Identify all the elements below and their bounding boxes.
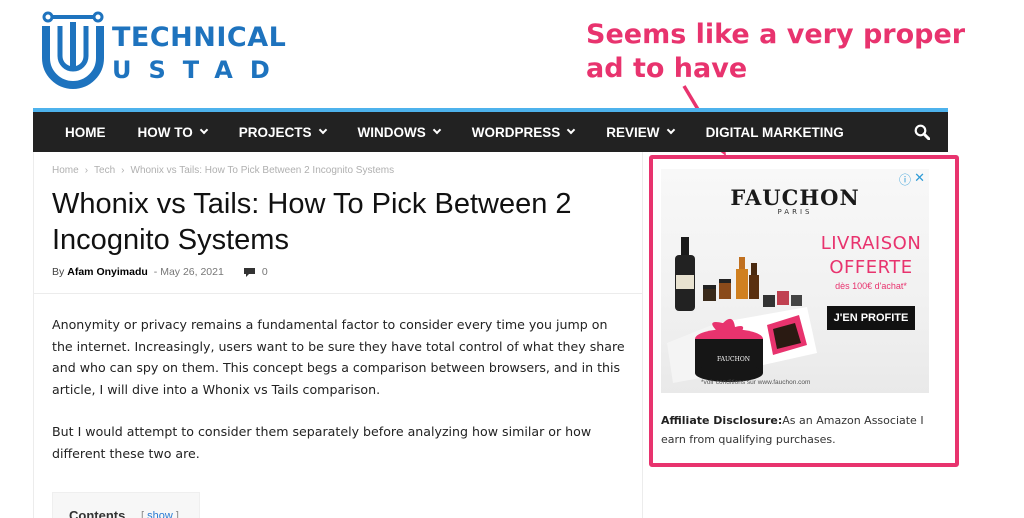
page-title: Whonix vs Tails: How To Pick Between 2 I… [52, 188, 572, 256]
nav-item-projects[interactable]: PROJECTS [207, 112, 327, 152]
ad-cta-button[interactable]: J'EN PROFITE [827, 306, 915, 330]
nav-item-home[interactable]: HOME [33, 112, 106, 152]
post-date: - May 26, 2021 [153, 266, 224, 278]
article-paragraph: But I would attempt to consider them sep… [52, 424, 592, 461]
nav-item-windows[interactable]: WINDOWS [326, 112, 442, 152]
content-right-border [642, 152, 643, 518]
comment-count[interactable]: 0 [262, 266, 268, 278]
toc-show-link[interactable]: show [147, 510, 173, 518]
breadcrumb-home[interactable]: Home [52, 165, 79, 176]
nav-item-digital-marketing[interactable]: DIGITAL MARKETING [674, 112, 844, 152]
nav-item-review[interactable]: REVIEW [574, 112, 675, 152]
ad-footnote: *voir conditions sur www.fauchon.com [701, 379, 811, 386]
chevron-right-icon: › [84, 165, 89, 176]
ad-product-image: FAUCHON [667, 237, 817, 383]
main-navigation: HOME HOW TO PROJECTS WINDOWS WORDPRESS R… [33, 108, 948, 152]
nav-item-wordpress[interactable]: WORDPRESS [440, 112, 576, 152]
nav-item-label: REVIEW [606, 124, 660, 140]
breadcrumb-current: Whonix vs Tails: How To Pick Between 2 I… [130, 165, 395, 176]
comment-icon[interactable] [243, 267, 255, 277]
ad-offer-line: LIVRAISON [820, 233, 922, 254]
disclosure-label: Affiliate Disclosure: [661, 414, 783, 427]
toc-bracket-open: [ [141, 510, 145, 518]
nav-item-label: DIGITAL MARKETING [705, 124, 844, 140]
post-meta: By Afam Onyimadu - May 26, 2021 0 [52, 266, 268, 278]
author-link[interactable]: Afam Onyimadu [67, 266, 148, 278]
nav-item-label: HOW TO [137, 124, 193, 140]
svg-text:FAUCHON: FAUCHON [717, 356, 750, 363]
nav-item-label: WINDOWS [357, 124, 426, 140]
article-paragraph: Anonymity or privacy remains a fundament… [52, 317, 625, 397]
logo-mark-icon [42, 11, 104, 89]
ad-offer-condition: dès 100€ d'achat* [835, 281, 907, 291]
breadcrumb-category[interactable]: Tech [94, 165, 115, 176]
nav-item-label: PROJECTS [238, 124, 312, 140]
ad-offer-line: OFFERTE [829, 257, 913, 278]
divider [33, 293, 642, 294]
nav-item-how-to[interactable]: HOW TO [106, 112, 208, 152]
breadcrumb: Home › Tech › Whonix vs Tails: How To Pi… [52, 165, 394, 176]
site-logo[interactable]: TECHNICAL USTAD [38, 10, 286, 90]
nav-item-label: HOME [65, 124, 106, 140]
logo-text-technical: TECHNICAL [112, 22, 287, 53]
meta-by-label: By [52, 266, 65, 278]
close-icon[interactable]: ✕ [914, 170, 925, 186]
toc-toggle[interactable]: [ show ] [141, 510, 179, 518]
search-icon[interactable] [914, 124, 930, 140]
logo-text-ustad: USTAD [112, 56, 287, 84]
toc-title: Contents [69, 508, 126, 518]
chevron-right-icon: › [121, 165, 125, 176]
sidebar-ad[interactable]: ⓘ ✕ FAUCHON PARIS LIVRAISON OFFERTE dès … [661, 169, 929, 393]
affiliate-disclosure: Affiliate Disclosure:As an Amazon Associ… [661, 411, 946, 449]
content-left-border [33, 152, 34, 518]
toc-bracket-close: ] [175, 510, 179, 518]
nav-item-label: WORDPRESS [471, 124, 561, 140]
annotation-text: Seems like a very proper ad to have [586, 19, 966, 84]
table-of-contents: Contents [ show ] [52, 492, 200, 518]
